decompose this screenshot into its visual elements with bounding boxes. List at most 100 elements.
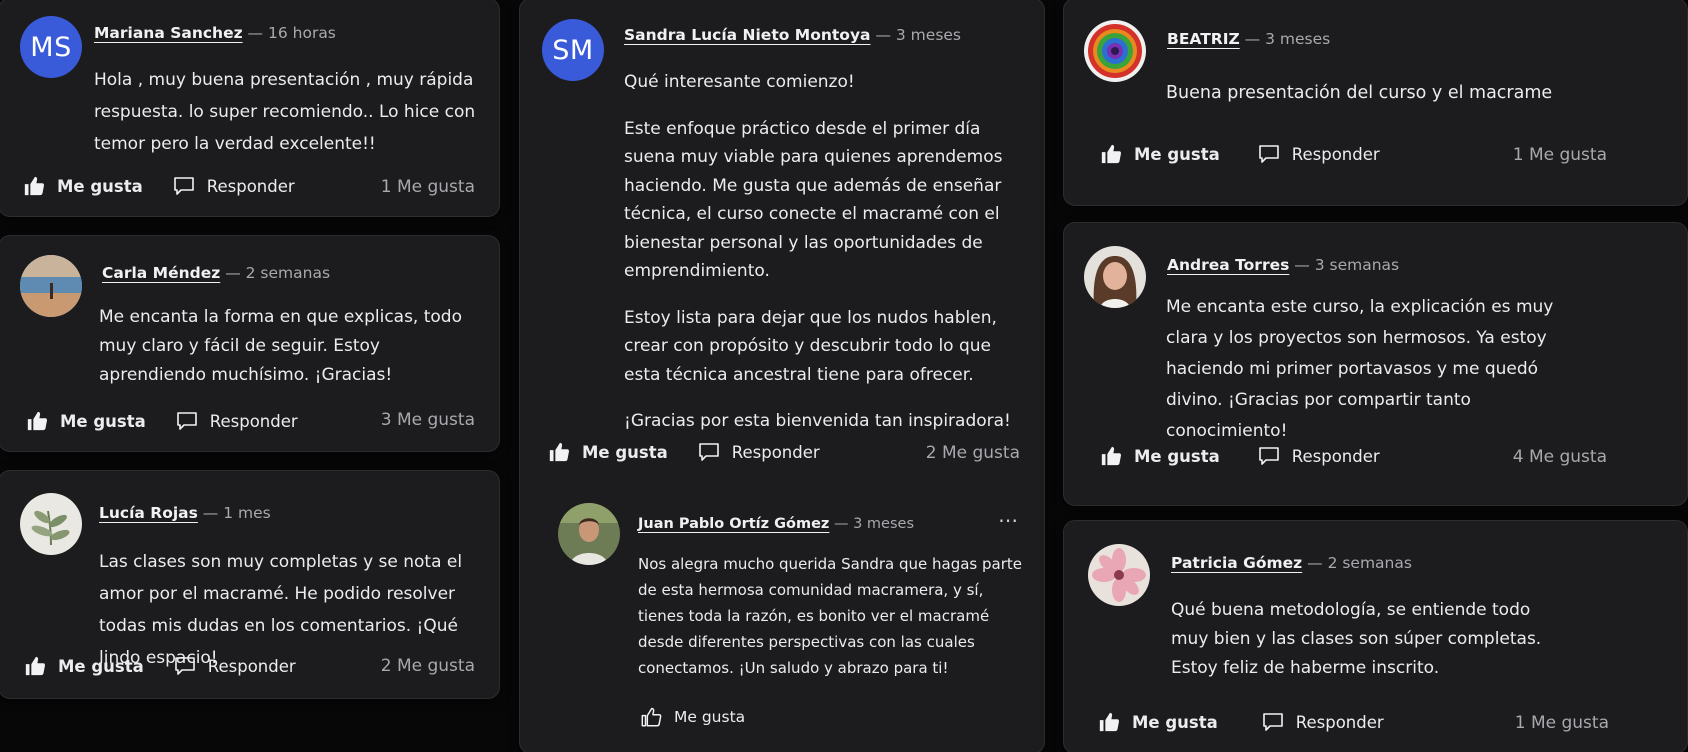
comment-actions: Me gusta Responder (1100, 445, 1380, 467)
thumbs-up-icon (1100, 445, 1122, 467)
avatar[interactable]: MS (20, 16, 82, 78)
avatar[interactable] (20, 255, 82, 317)
like-label: Me gusta (1132, 712, 1218, 732)
like-count: 2 Me gusta (925, 443, 1020, 463)
like-button[interactable]: Me gusta (640, 706, 745, 728)
author-link[interactable]: Juan Pablo Ortíz Gómez (638, 516, 829, 532)
timestamp: 1 mes (223, 504, 271, 522)
reply-icon (698, 442, 720, 462)
author-link[interactable]: BEATRIZ (1167, 30, 1240, 48)
separator: — (225, 264, 246, 282)
reply-icon (1262, 712, 1284, 732)
timestamp: 2 semanas (1327, 554, 1412, 572)
comment-actions: Me gusta Responder (24, 655, 296, 677)
timestamp: 16 horas (267, 24, 336, 42)
like-count: 2 Me gusta (380, 656, 475, 676)
timestamp: 3 meses (1265, 30, 1331, 48)
like-button[interactable]: Me gusta (1098, 711, 1218, 733)
reply-icon (176, 411, 198, 431)
timestamp: 2 semanas (245, 264, 331, 282)
author-link[interactable]: Mariana Sanchez (94, 24, 243, 42)
like-label: Me gusta (582, 442, 668, 462)
pink-flower-avatar-image (1088, 544, 1150, 606)
thumbs-up-icon (26, 410, 48, 432)
like-button[interactable]: Me gusta (1100, 143, 1220, 165)
comment-body: Qué buena metodología, se entiende todo … (1171, 600, 1542, 678)
reply-label: Responder (731, 442, 820, 462)
like-label: Me gusta (1134, 144, 1220, 164)
avatar[interactable]: SM (542, 19, 604, 81)
author-link[interactable]: Patricia Gómez (1171, 554, 1302, 572)
like-button[interactable]: Me gusta (24, 655, 144, 677)
reply-actions: Me gusta (640, 706, 745, 728)
author-link[interactable]: Lucía Rojas (99, 504, 198, 522)
thumbs-up-icon (1098, 711, 1120, 733)
comment-actions: Me gusta Responder (23, 175, 295, 197)
author-link[interactable]: Sandra Lucía Nieto Montoya (624, 26, 871, 44)
separator: — (1244, 30, 1266, 48)
comment-actions: Me gusta Responder (548, 441, 820, 463)
reply-button[interactable]: Responder (1258, 446, 1380, 466)
more-options-icon[interactable]: ⋯ (998, 508, 1020, 532)
like-count: 1 Me gusta (380, 177, 475, 197)
avatar[interactable] (1084, 246, 1146, 308)
reply-label: Responder (1291, 446, 1380, 466)
reply-button[interactable]: Responder (174, 656, 296, 676)
timestamp: 3 semanas (1314, 256, 1400, 274)
comment-body: Qué interesante comienzo! Este enfoque p… (624, 68, 1019, 436)
separator: — (1307, 554, 1328, 572)
reply-button[interactable]: Responder (698, 442, 820, 462)
thumbs-up-icon (548, 441, 570, 463)
like-count: 3 Me gusta (380, 410, 475, 430)
comment-meta: Patricia Gómez — 2 semanas (1171, 554, 1412, 572)
person-avatar-image (558, 503, 620, 565)
reply-icon (1258, 144, 1280, 164)
like-button[interactable]: Me gusta (23, 175, 143, 197)
reply-label: Responder (209, 411, 298, 431)
comment-paragraph: ¡Gracias por esta bienvenida tan inspira… (624, 411, 1011, 431)
thumbs-up-outline-icon (640, 706, 662, 728)
reply-icon (1258, 446, 1280, 466)
comment-meta: Mariana Sanchez — 16 horas (94, 24, 336, 42)
thumbs-up-icon (1100, 143, 1122, 165)
avatar[interactable] (1084, 20, 1146, 82)
like-button[interactable]: Me gusta (26, 410, 146, 432)
like-button[interactable]: Me gusta (548, 441, 668, 463)
author-link[interactable]: Carla Méndez (102, 264, 220, 282)
reply-icon (173, 176, 195, 196)
reply-icon (174, 656, 196, 676)
comment-card-beatriz: BEATRIZ — 3 meses Buena presentación del… (1063, 0, 1688, 206)
avatar[interactable] (558, 503, 620, 565)
avatar[interactable] (20, 493, 82, 555)
timestamp: 3 meses (853, 516, 915, 532)
reply-button[interactable]: Responder (173, 176, 295, 196)
comment-body: Buena presentación del curso y el macram… (1166, 83, 1553, 103)
reply-label: Responder (1291, 144, 1380, 164)
author-link[interactable]: Andrea Torres (1167, 256, 1289, 274)
reply-label: Responder (1295, 712, 1384, 732)
like-label: Me gusta (1134, 446, 1220, 466)
comment-meta: Carla Méndez — 2 semanas (102, 264, 330, 282)
like-count: 4 Me gusta (1512, 447, 1607, 467)
reply-button[interactable]: Responder (1262, 712, 1384, 732)
comment-card-andrea: Andrea Torres — 3 semanas Me encanta est… (1063, 222, 1688, 506)
avatar[interactable] (1088, 544, 1150, 606)
separator: — (833, 516, 854, 532)
comment-actions: Me gusta Responder (1098, 711, 1384, 733)
reply-label: Responder (206, 176, 295, 196)
comment-card-carla: Carla Méndez — 2 semanas Me encanta la f… (0, 235, 500, 452)
comment-card-mariana: MS Mariana Sanchez — 16 horas Hola , muy… (0, 0, 500, 217)
like-label: Me gusta (58, 656, 144, 676)
comment-meta: BEATRIZ — 3 meses (1167, 30, 1330, 48)
rainbow-rose-avatar-image (1084, 20, 1146, 82)
separator: — (875, 26, 896, 44)
comment-card-patricia: Patricia Gómez — 2 semanas Qué buena met… (1063, 520, 1688, 752)
reply-button[interactable]: Responder (1258, 144, 1380, 164)
woman-avatar-image (1084, 246, 1146, 308)
separator: — (202, 504, 224, 522)
reply-button[interactable]: Responder (176, 411, 298, 431)
like-label: Me gusta (60, 411, 146, 431)
timestamp: 3 meses (895, 26, 962, 44)
separator: — (247, 24, 268, 42)
like-button[interactable]: Me gusta (1100, 445, 1220, 467)
